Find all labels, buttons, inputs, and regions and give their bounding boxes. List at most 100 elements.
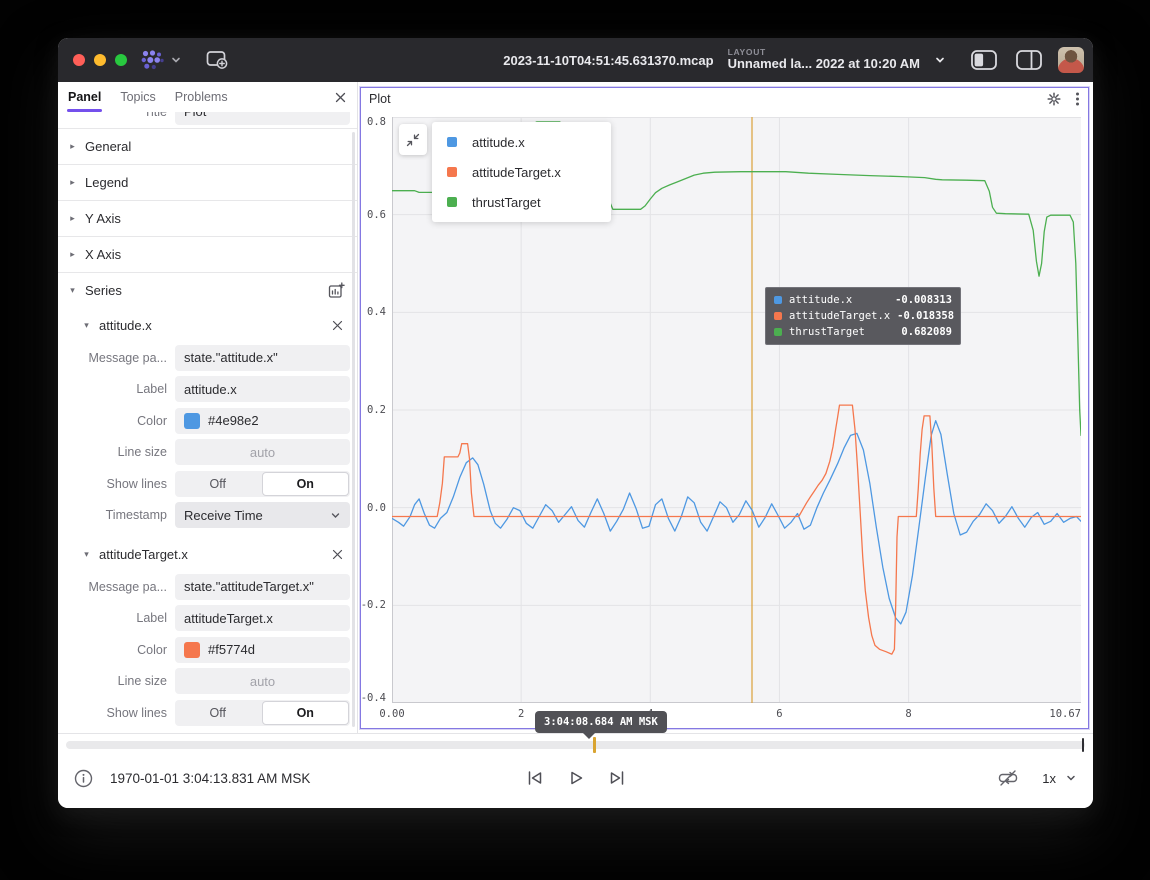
data-source-title[interactable]: 2023-11-10T04:51:45.631370.mcap: [503, 53, 713, 68]
show-lines-off-button[interactable]: Off: [175, 700, 261, 726]
field-line-size: Line size auto: [58, 666, 357, 698]
legend-item-attitude-x[interactable]: attitude.x: [432, 127, 611, 157]
tooltip-series-value: 0.682089: [901, 326, 952, 338]
chevron-down-icon: [330, 510, 341, 521]
info-icon[interactable]: [74, 769, 93, 788]
plot-panel-title: Plot: [369, 92, 391, 106]
sidebar-scroll-area[interactable]: Title Plot ▸ General ▸ Legend: [58, 112, 357, 733]
label-input[interactable]: attitudeTarget.x: [175, 605, 350, 631]
close-window-button[interactable]: [73, 54, 85, 66]
line-size-input[interactable]: auto: [175, 668, 350, 694]
y-tick-label: 0.6: [367, 209, 386, 221]
add-series-icon[interactable]: [328, 282, 345, 299]
show-lines-on-button[interactable]: On: [262, 701, 350, 725]
label-input[interactable]: attitude.x: [175, 376, 350, 402]
message-path-input[interactable]: state."attitudeTarget.x": [175, 574, 350, 600]
panel-settings-gear-icon[interactable]: [1046, 91, 1062, 107]
desktop-background: 2023-11-10T04:51:45.631370.mcap LAYOUT U…: [0, 0, 1150, 880]
timeline-end-marker: [1082, 738, 1085, 752]
tab-panel[interactable]: Panel: [68, 90, 101, 104]
timestamp-select[interactable]: Receive Time: [175, 502, 350, 528]
sidebar-tabs: Panel Topics Problems: [58, 82, 357, 112]
x-tick-label: 0.00: [379, 708, 404, 720]
sidebar-close-icon[interactable]: [334, 91, 347, 104]
title-field-input[interactable]: Plot: [175, 112, 350, 125]
series-attitude-x-header[interactable]: ▾ attitude.x: [58, 308, 357, 342]
timestamp-label: Timestamp: [58, 508, 175, 522]
field-timestamp: Timestamp Receive Time: [58, 500, 357, 532]
field-label: Label attitude.x: [58, 374, 357, 406]
color-swatch[interactable]: [184, 413, 200, 429]
legend-item-thrust-target[interactable]: thrustTarget: [432, 187, 611, 217]
tab-problems[interactable]: Problems: [175, 90, 228, 104]
left-sidebar-toggle-icon[interactable]: [971, 50, 997, 70]
panel-menu-kebab-icon[interactable]: [1075, 91, 1080, 107]
accordion-y-axis[interactable]: ▸ Y Axis: [58, 201, 357, 236]
tab-topics[interactable]: Topics: [120, 90, 155, 104]
layout-chevron-icon[interactable]: [933, 53, 947, 67]
field-color: Color #f5774d: [58, 634, 357, 666]
legend-item-attitude-target-x[interactable]: attitudeTarget.x: [432, 157, 611, 187]
tooltip-series-label: attitudeTarget.x: [789, 310, 890, 322]
user-avatar[interactable]: [1058, 47, 1084, 73]
y-tick-label: 0.4: [367, 306, 386, 318]
show-lines-on-button[interactable]: On: [262, 472, 350, 496]
loop-off-icon[interactable]: [998, 769, 1018, 787]
title-row-clipped: Title Plot: [58, 112, 357, 128]
seek-backward-button[interactable]: [525, 769, 544, 787]
app-window: 2023-11-10T04:51:45.631370.mcap LAYOUT U…: [58, 38, 1093, 808]
titlebar: 2023-11-10T04:51:45.631370.mcap LAYOUT U…: [58, 38, 1093, 82]
color-input[interactable]: #f5774d: [175, 637, 350, 663]
layout-selector[interactable]: LAYOUT Unnamed la... 2022 at 10:20 AM: [728, 48, 920, 72]
remove-series-icon[interactable]: [331, 548, 344, 561]
playback-speed-value: 1x: [1042, 771, 1056, 786]
accordion-series[interactable]: ▾ Series: [58, 273, 357, 308]
series-color-swatch: [447, 137, 457, 147]
timestamp-value: Receive Time: [184, 508, 263, 523]
message-path-label: Message pa...: [58, 351, 175, 365]
panel-settings-sidebar: Panel Topics Problems Title Plot: [58, 82, 358, 733]
series-color-swatch: [447, 197, 457, 207]
accordion-legend[interactable]: ▸ Legend: [58, 165, 357, 200]
y-tick-label: -0.4: [361, 692, 386, 704]
foxglove-logo-icon[interactable]: [140, 49, 165, 71]
chevron-right-icon: ▸: [68, 177, 77, 188]
accordion-x-axis[interactable]: ▸ X Axis: [58, 237, 357, 272]
y-tick-label: 0.2: [367, 404, 386, 416]
show-lines-toggle: Off On: [175, 700, 350, 726]
remove-series-icon[interactable]: [331, 319, 344, 332]
legend-collapse-button[interactable]: [399, 124, 427, 155]
x-tick-label: 8: [905, 708, 911, 720]
tooltip-series-value: -0.018358: [897, 310, 954, 322]
right-sidebar-toggle-icon[interactable]: [1016, 50, 1042, 70]
current-timestamp: 1970-01-01 3:04:13.831 AM MSK: [110, 771, 310, 786]
add-panel-button[interactable]: [206, 50, 229, 70]
show-lines-toggle: Off On: [175, 471, 350, 497]
show-lines-off-button[interactable]: Off: [175, 471, 261, 497]
series-attitude-target-x-header[interactable]: ▾ attitudeTarget.x: [58, 537, 357, 571]
title-field-label: Title: [58, 112, 175, 119]
zoom-window-button[interactable]: [115, 54, 127, 66]
accordion-general[interactable]: ▸ General: [58, 129, 357, 164]
line-size-input[interactable]: auto: [175, 439, 350, 465]
seek-forward-button[interactable]: [608, 769, 627, 787]
color-label: Color: [58, 643, 175, 657]
label-label: Label: [58, 611, 175, 625]
field-message-path: Message pa... state."attitudeTarget.x": [58, 571, 357, 603]
hover-values-tooltip: attitude.x -0.008313 attitudeTarget.x -0…: [765, 287, 961, 345]
playback-bar: 1970-01-01 3:04:13.831 AM MSK: [58, 734, 1093, 808]
field-color: Color #4e98e2: [58, 405, 357, 437]
label-label: Label: [58, 382, 175, 396]
timeline-scrubber[interactable]: [66, 741, 1085, 749]
chevron-right-icon: ▸: [68, 249, 77, 260]
color-label: Color: [58, 414, 175, 428]
color-input[interactable]: #4e98e2: [175, 408, 350, 434]
sidebar-scrollbar[interactable]: [352, 132, 355, 727]
app-menu-chevron-icon[interactable]: [170, 54, 182, 66]
message-path-input[interactable]: state."attitude.x": [175, 345, 350, 371]
series-color-swatch: [774, 312, 782, 320]
minimize-window-button[interactable]: [94, 54, 106, 66]
play-button[interactable]: [567, 769, 585, 787]
color-swatch[interactable]: [184, 642, 200, 658]
playback-speed-selector[interactable]: 1x: [1042, 771, 1077, 786]
